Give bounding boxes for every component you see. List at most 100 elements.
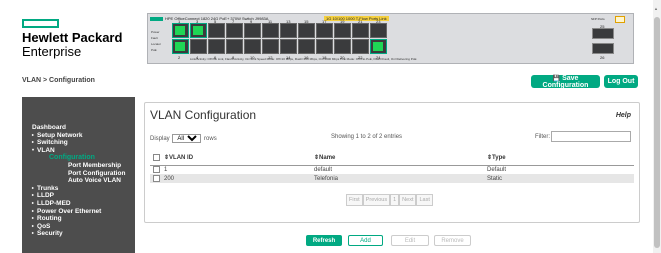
- switch-port-17[interactable]: [316, 23, 333, 38]
- switch-port-22[interactable]: [352, 39, 369, 54]
- select-all-checkbox[interactable]: [153, 154, 160, 162]
- sidebar-item-security[interactable]: ▸ Security: [22, 230, 135, 238]
- edit-button[interactable]: Edit: [391, 235, 429, 246]
- cell-type: Default: [487, 166, 507, 173]
- sidebar-item-dashboard[interactable]: Dashboard: [22, 124, 135, 132]
- table-row[interactable]: 1 default Default: [150, 165, 634, 174]
- port-number-label: 9: [250, 19, 253, 24]
- switch-port-9[interactable]: [244, 23, 261, 38]
- switch-port-3[interactable]: [190, 23, 207, 38]
- cell-vlan-id: 1: [164, 166, 168, 173]
- port-number-label: 11: [268, 19, 273, 24]
- sidebar-item-lldp[interactable]: ▸ LLDP: [22, 192, 135, 200]
- port-number-label: 13: [286, 19, 291, 24]
- switch-port-15[interactable]: [298, 23, 315, 38]
- sfp-port-25[interactable]: [592, 28, 614, 39]
- vlan-table: ⇕VLAN ID ⇕Name ⇕Type 1 default Default 200 T…: [150, 151, 634, 183]
- scroll-up-arrow-icon[interactable]: ▲: [654, 6, 658, 11]
- page-number-button[interactable]: 1: [390, 194, 400, 206]
- switch-port-1[interactable]: [172, 23, 189, 38]
- sidebar-item-routing[interactable]: ▸ Routing: [22, 215, 135, 223]
- rows-per-page-select[interactable]: All: [172, 134, 202, 143]
- sidebar-item-port-membership[interactable]: Port Membership: [22, 162, 135, 170]
- save-configuration-button[interactable]: 💾 Save Configuration: [531, 75, 600, 89]
- port-number-label: 4: [196, 55, 199, 60]
- sidebar-item-vlan[interactable]: ▾ VLAN: [22, 147, 135, 155]
- switch-port-21[interactable]: [352, 23, 369, 38]
- switch-port-8[interactable]: [226, 39, 243, 54]
- switch-port-11[interactable]: [262, 23, 279, 38]
- switch-title: HPE OfficeConnect 1820 24G PoE+ 370W Swi…: [165, 16, 269, 21]
- sidebar-item-port-configuration[interactable]: Port Configuration: [22, 170, 135, 178]
- sidebar-item-label: Routing: [37, 215, 62, 223]
- table-row[interactable]: 200 Telefonia Static: [150, 174, 634, 183]
- port-number-label: 10: [250, 55, 255, 60]
- switch-port-10[interactable]: [244, 39, 261, 54]
- filter-input[interactable]: [551, 131, 631, 142]
- page-previous-button[interactable]: Previous: [362, 194, 391, 206]
- logo-bar-icon: [22, 19, 59, 28]
- vlan-config-panel: VLAN Configuration Help Display All rows…: [144, 102, 640, 223]
- sidebar-item-configuration[interactable]: Configuration: [22, 154, 135, 162]
- logo-line1: Hewlett Packard: [22, 30, 123, 45]
- header-name[interactable]: ⇕Name: [314, 151, 487, 166]
- port-number-label: 6: [214, 55, 217, 60]
- add-button[interactable]: Add: [348, 235, 383, 246]
- switch-port-7[interactable]: [226, 23, 243, 38]
- sidebar-item-label: QoS: [37, 222, 51, 230]
- row-checkbox[interactable]: [153, 166, 160, 174]
- hpe-logo: Hewlett Packard Enterprise: [22, 19, 123, 59]
- port-number-label: 8: [232, 55, 235, 60]
- sidebar-item-label: VLAN: [37, 146, 55, 154]
- sidebar-item-label: Security: [37, 230, 63, 238]
- sidebar-item-trunks[interactable]: ▸ Trunks: [22, 185, 135, 193]
- switch-port-24[interactable]: [370, 39, 387, 54]
- switch-port-19[interactable]: [334, 23, 351, 38]
- sidebar-item-setup-network[interactable]: ▸ Setup Network: [22, 132, 135, 140]
- header-vlan-id[interactable]: ⇕VLAN ID: [164, 151, 314, 166]
- logout-button[interactable]: Log Out: [604, 75, 638, 88]
- port-number-label: 17: [322, 19, 327, 24]
- port-grid: [172, 23, 387, 54]
- switch-port-5[interactable]: [208, 23, 225, 38]
- page-first-button[interactable]: First: [346, 194, 363, 206]
- chevron-right-icon: ▸: [32, 192, 35, 198]
- refresh-button[interactable]: Refresh: [306, 235, 342, 246]
- row-checkbox[interactable]: [153, 174, 160, 182]
- chevron-right-icon: ▸: [32, 199, 35, 205]
- page-next-button[interactable]: Next: [399, 194, 417, 206]
- sidebar-item-qos[interactable]: ▸ QoS: [22, 223, 135, 231]
- sfp-label: SFP Ports: [591, 17, 605, 21]
- port-number-label: 7: [232, 19, 235, 24]
- sfp-port-26[interactable]: [592, 43, 614, 54]
- port-number-label: 14: [286, 55, 291, 60]
- switch-port-13[interactable]: [280, 23, 297, 38]
- switch-port-23[interactable]: [370, 23, 387, 38]
- switch-port-6[interactable]: [208, 39, 225, 54]
- page-scrollbar[interactable]: ▲: [653, 0, 661, 253]
- entries-info: Showing 1 to 2 of 2 entries: [331, 134, 403, 140]
- switch-port-14[interactable]: [280, 39, 297, 54]
- header-type[interactable]: ⇕Type: [487, 151, 634, 166]
- switch-port-16[interactable]: [298, 39, 315, 54]
- port-number-label: 1: [178, 19, 181, 24]
- switch-front-panel: HPE OfficeConnect 1820 24G PoE+ 370W Swi…: [147, 13, 634, 64]
- sidebar-item-power-over-ethernet[interactable]: ▸ Power Over Ethernet: [22, 208, 135, 216]
- switch-port-2[interactable]: [172, 39, 189, 54]
- sidebar-item-switching[interactable]: ▸ Switching: [22, 139, 135, 147]
- sidebar-item-label: Switching: [37, 139, 68, 147]
- page-title: VLAN Configuration: [150, 108, 257, 122]
- switch-port-4[interactable]: [190, 39, 207, 54]
- table-header-row: ⇕VLAN ID ⇕Name ⇕Type: [150, 151, 634, 166]
- filter-label: Filter:: [535, 134, 550, 140]
- switch-port-20[interactable]: [334, 39, 351, 54]
- help-link[interactable]: Help: [616, 112, 631, 119]
- scrollbar-thumb[interactable]: [654, 17, 660, 248]
- sidebar-item-lldp-med[interactable]: ▸ LLDP-MED: [22, 200, 135, 208]
- switch-port-18[interactable]: [316, 39, 333, 54]
- switch-port-12[interactable]: [262, 39, 279, 54]
- remove-button[interactable]: Remove: [434, 235, 471, 246]
- port-number-label: 12: [268, 55, 273, 60]
- sidebar-item-auto-voice-vlan[interactable]: Auto Voice VLAN: [22, 177, 135, 185]
- page-last-button[interactable]: Last: [416, 194, 433, 206]
